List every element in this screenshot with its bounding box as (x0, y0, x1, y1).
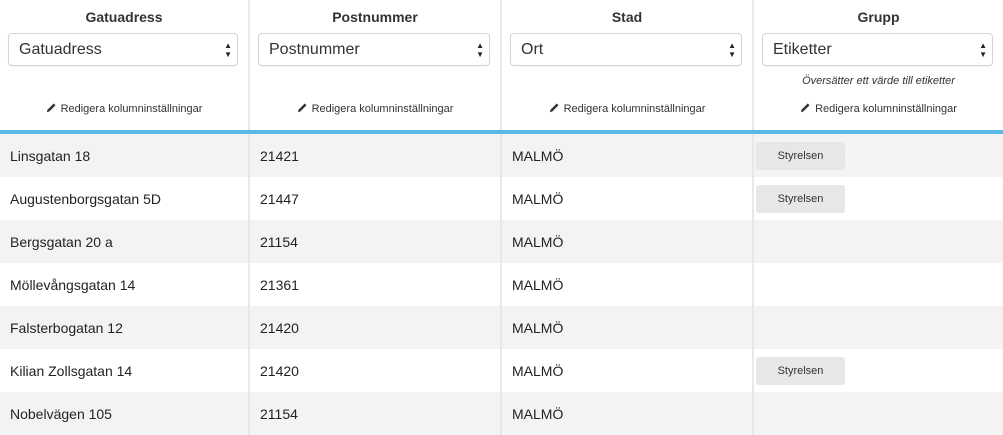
edit-column-settings-link[interactable]: Redigera kolumninställningar (0, 102, 248, 115)
column-type-select[interactable]: Etiketter ▲ ▼ (762, 33, 993, 66)
select-value: Gatuadress (19, 41, 102, 58)
street-cell: Augustenborgsgatan 5D (0, 177, 250, 220)
select-value: Etiketter (773, 41, 832, 58)
street-cell: Nobelvägen 105 (0, 392, 250, 435)
street-cell: Linsgatan 18 (0, 134, 250, 177)
table-row: Möllevångsgatan 14 21361 MALMÖ (0, 263, 1003, 306)
postcode-cell: 21420 (250, 349, 502, 392)
city-cell: MALMÖ (502, 306, 754, 349)
column-type-select[interactable]: Postnummer ▲ ▼ (258, 33, 490, 66)
table-row: Kilian Zollsgatan 14 21420 MALMÖ Styrels… (0, 349, 1003, 392)
edit-column-settings-label: Redigera kolumninställningar (60, 103, 203, 115)
postcode-cell: 21420 (250, 306, 502, 349)
select-value: Ort (521, 41, 544, 58)
group-cell: Styrelsen (754, 177, 1003, 220)
city-cell: MALMÖ (502, 134, 754, 177)
edit-column-settings-link[interactable]: Redigera kolumninställningar (502, 102, 752, 115)
edit-column-settings-link[interactable]: Redigera kolumninställningar (250, 102, 500, 115)
pencil-icon (297, 103, 307, 113)
column-title: Grupp (857, 9, 900, 25)
postcode-cell: 21154 (250, 220, 502, 263)
table-row: Linsgatan 18 21421 MALMÖ Styrelsen (0, 134, 1003, 177)
table-row: Falsterbogatan 12 21420 MALMÖ (0, 306, 1003, 349)
street-cell: Kilian Zollsgatan 14 (0, 349, 250, 392)
city-cell: MALMÖ (502, 220, 754, 263)
column-header-city: Stad Ort ▲ ▼ Redigera kolumninställningar (502, 0, 754, 130)
group-cell: Styrelsen (754, 134, 1003, 177)
pencil-icon (549, 103, 559, 113)
edit-column-settings-label: Redigera kolumninställningar (311, 103, 454, 115)
group-tag: Styrelsen (756, 141, 845, 170)
select-value: Postnummer (269, 41, 360, 58)
column-header-group: Grupp Etiketter ▲ ▼ Översätter ett värde … (754, 0, 1003, 130)
street-cell: Falsterbogatan 12 (0, 306, 250, 349)
preview-table-body: Linsgatan 18 21421 MALMÖ Styrelsen Augus… (0, 134, 1003, 435)
pencil-icon (800, 103, 810, 113)
edit-column-settings-label: Redigera kolumninställningar (815, 103, 957, 115)
group-tag: Styrelsen (756, 184, 845, 213)
column-header-postcode: Postnummer Postnummer ▲ ▼ Redigera kolumn… (250, 0, 502, 130)
postcode-cell: 21361 (250, 263, 502, 306)
column-type-select[interactable]: Ort ▲ ▼ (510, 33, 742, 66)
city-cell: MALMÖ (502, 177, 754, 220)
group-tag: Styrelsen (756, 356, 845, 385)
column-type-select[interactable]: Gatuadress ▲ ▼ (8, 33, 238, 66)
street-cell: Bergsgatan 20 a (0, 220, 250, 263)
city-cell: MALMÖ (502, 392, 754, 435)
select-arrows-icon: ▲ ▼ (224, 41, 232, 59)
column-hint: Översätter ett värde till etiketter (802, 75, 955, 87)
pencil-icon (46, 103, 56, 113)
table-row: Nobelvägen 105 21154 MALMÖ (0, 392, 1003, 435)
group-cell (754, 306, 1003, 349)
city-cell: MALMÖ (502, 263, 754, 306)
column-title: Gatuadress (85, 9, 163, 25)
select-arrows-icon: ▲ ▼ (728, 41, 736, 59)
group-cell (754, 263, 1003, 306)
table-row: Bergsgatan 20 a 21154 MALMÖ (0, 220, 1003, 263)
edit-column-settings-link[interactable]: Redigera kolumninställningar (754, 102, 1003, 115)
edit-column-settings-label: Redigera kolumninställningar (563, 103, 706, 115)
column-header-street: Gatuadress Gatuadress ▲ ▼ Redigera kolumn… (0, 0, 250, 130)
city-cell: MALMÖ (502, 349, 754, 392)
column-title: Stad (611, 9, 643, 25)
street-cell: Möllevångsgatan 14 (0, 263, 250, 306)
select-arrows-icon: ▲ ▼ (979, 41, 987, 59)
column-mapping-header: Gatuadress Gatuadress ▲ ▼ Redigera kolumn… (0, 0, 1003, 134)
postcode-cell: 21447 (250, 177, 502, 220)
postcode-cell: 21154 (250, 392, 502, 435)
postcode-cell: 21421 (250, 134, 502, 177)
group-cell: Styrelsen (754, 349, 1003, 392)
select-arrows-icon: ▲ ▼ (476, 41, 484, 59)
column-title: Postnummer (332, 9, 418, 25)
table-row: Augustenborgsgatan 5D 21447 MALMÖ Styrel… (0, 177, 1003, 220)
group-cell (754, 220, 1003, 263)
group-cell (754, 392, 1003, 435)
